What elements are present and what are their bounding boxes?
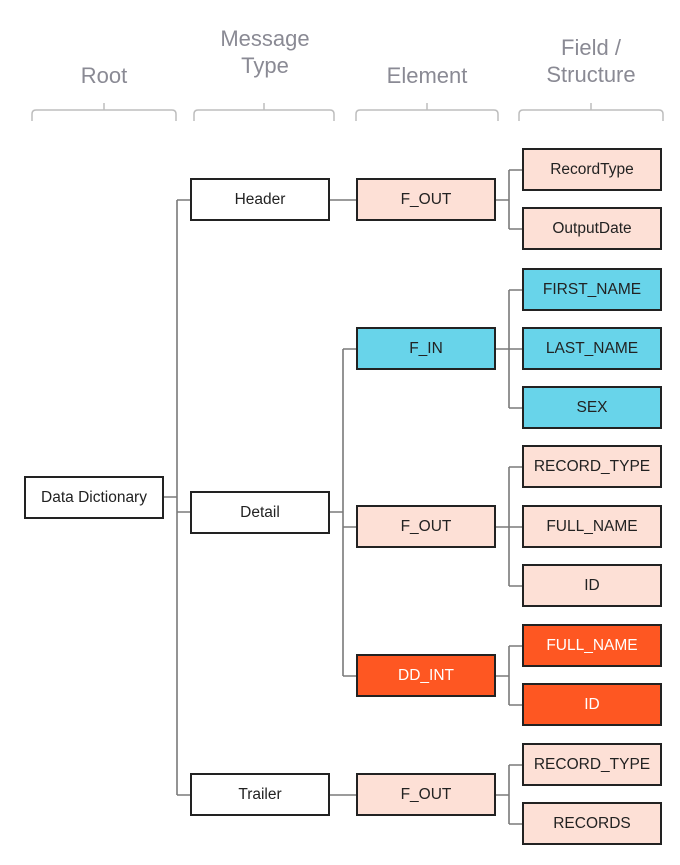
node-field-id[interactable]: ID <box>522 564 662 607</box>
node-element-detail-f-out[interactable]: F_OUT <box>356 505 496 548</box>
node-field-int-id[interactable]: ID <box>522 683 662 726</box>
column-header-field-structure: Field / Structure <box>546 35 636 87</box>
node-field-record-type[interactable]: RECORD_TYPE <box>522 445 662 488</box>
column-header-element: Element <box>386 63 468 88</box>
column-header-message-type: Message Type <box>220 26 310 78</box>
wire-root <box>164 199 191 796</box>
node-element-detail-f-in[interactable]: F_IN <box>356 327 496 370</box>
wire-el2 <box>495 466 522 587</box>
node-field-full-name[interactable]: FULL_NAME <box>522 505 662 548</box>
wire-detail <box>330 348 357 677</box>
bracket-root <box>31 103 177 121</box>
node-element-trailer-f-out[interactable]: F_OUT <box>356 773 496 816</box>
node-field-sex[interactable]: SEX <box>522 386 662 429</box>
node-field-last-name[interactable]: LAST_NAME <box>522 327 662 370</box>
node-field-int-full-name[interactable]: FULL_NAME <box>522 624 662 667</box>
node-field-first-name[interactable]: FIRST_NAME <box>522 268 662 311</box>
connector-lines <box>31 103 664 825</box>
node-message-type-header[interactable]: Header <box>190 178 330 221</box>
bracket-element <box>355 103 499 121</box>
node-message-type-trailer[interactable]: Trailer <box>190 773 330 816</box>
node-element-detail-dd-int[interactable]: DD_INT <box>356 654 496 697</box>
node-element-header-f-out[interactable]: F_OUT <box>356 178 496 221</box>
column-header-root: Root <box>80 63 128 88</box>
node-root[interactable]: Data Dictionary <box>24 476 164 519</box>
bracket-field <box>518 103 664 121</box>
node-field-recordtype[interactable]: RecordType <box>522 148 662 191</box>
node-message-type-detail[interactable]: Detail <box>190 491 330 534</box>
wire-el4 <box>495 764 522 825</box>
wire-el1 <box>495 289 522 409</box>
wire-el3 <box>495 645 522 706</box>
node-field-records[interactable]: RECORDS <box>522 802 662 845</box>
wire-el0 <box>495 169 522 230</box>
bracket-message-type <box>193 103 335 121</box>
node-field-trailer-record-type[interactable]: RECORD_TYPE <box>522 743 662 786</box>
node-field-outputdate[interactable]: OutputDate <box>522 207 662 250</box>
